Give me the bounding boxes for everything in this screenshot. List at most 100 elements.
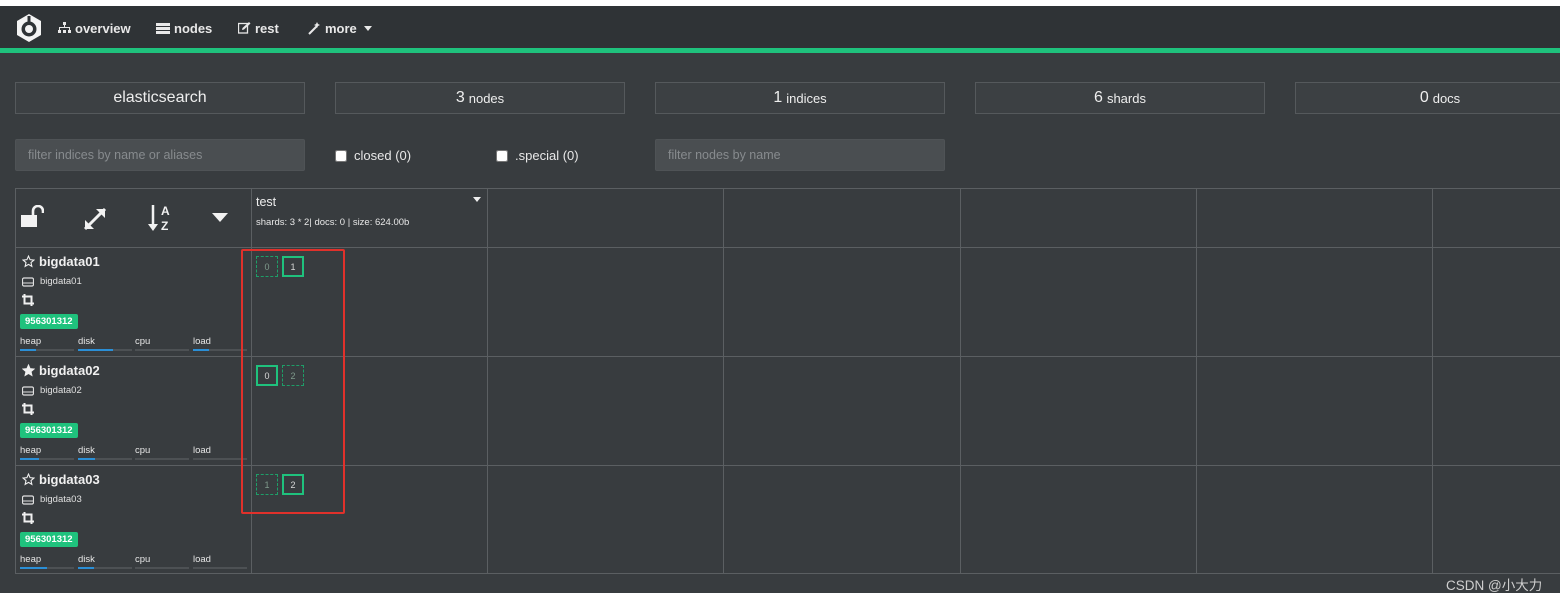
- cluster-name-box: elasticsearch: [15, 82, 305, 114]
- star-outline-icon: [22, 473, 35, 486]
- node-row: bigdata03 bigdata03 956301312 heap disk …: [15, 466, 251, 573]
- node-name[interactable]: bigdata02: [22, 363, 100, 378]
- node-name[interactable]: bigdata01: [22, 254, 100, 269]
- closed-checkbox-label[interactable]: closed (0): [335, 148, 411, 163]
- metric-cpu: cpu: [135, 336, 189, 351]
- nav-nodes[interactable]: nodes: [156, 20, 212, 36]
- metric-label: load: [193, 445, 211, 456]
- filter-indices-input[interactable]: [15, 139, 305, 171]
- replica-shard[interactable]: 2: [282, 365, 304, 386]
- node-badge: 956301312: [20, 423, 78, 438]
- metric-label: disk: [78, 336, 95, 347]
- node-host-label: bigdata02: [40, 385, 82, 396]
- closed-checkbox[interactable]: [335, 149, 347, 162]
- hdd-icon: [22, 494, 34, 505]
- special-checkbox-label[interactable]: .special (0): [496, 148, 579, 163]
- docs-label: docs: [1432, 90, 1461, 106]
- metric-cpu: cpu: [135, 554, 189, 569]
- node-name-label: bigdata03: [39, 472, 100, 487]
- nav-overview[interactable]: overview: [58, 20, 131, 36]
- closed-label: closed (0): [354, 148, 412, 163]
- index-name[interactable]: test: [256, 195, 276, 209]
- node-name[interactable]: bigdata03: [22, 472, 100, 487]
- metric-bar: [78, 567, 132, 569]
- crop-icon: [22, 403, 34, 415]
- server-icon: [156, 22, 170, 34]
- primary-shard[interactable]: 0: [256, 365, 278, 386]
- index-menu-caret-icon[interactable]: [473, 197, 481, 202]
- metric-bar: [193, 567, 247, 569]
- grid-line: [487, 188, 488, 574]
- metric-load: load: [193, 554, 247, 569]
- nav-rest-label: rest: [255, 20, 279, 36]
- metric-cpu: cpu: [135, 445, 189, 460]
- metric-fill: [20, 349, 37, 351]
- primary-shard[interactable]: 1: [282, 256, 304, 277]
- indices-label: indices: [786, 90, 827, 106]
- primary-shard[interactable]: 2: [282, 474, 304, 495]
- node-name-label: bigdata02: [39, 363, 100, 378]
- node-badge: 956301312: [20, 532, 78, 547]
- metric-load: load: [193, 445, 247, 460]
- crop-icon: [22, 512, 34, 524]
- filter-nodes-input[interactable]: [655, 139, 945, 171]
- nav-more-label: more: [325, 20, 357, 36]
- nav-rest[interactable]: rest: [238, 20, 279, 36]
- metric-disk: disk: [78, 445, 132, 460]
- magic-wand-icon: [308, 21, 320, 35]
- sitemap-icon: [58, 22, 71, 33]
- index-meta: shards: 3 * 2| docs: 0 | size: 624.00b: [256, 217, 410, 228]
- metric-label: load: [193, 336, 211, 347]
- hdd-icon: [22, 276, 34, 287]
- grid-line: [960, 188, 961, 574]
- edit-icon: [238, 22, 251, 34]
- shards-count: 6: [1094, 89, 1103, 106]
- star-filled-icon: [22, 364, 35, 377]
- metric-bar: [193, 349, 247, 351]
- node-row: bigdata01 bigdata01 956301312 heap disk …: [15, 248, 251, 356]
- node-host-label: bigdata01: [40, 276, 82, 287]
- metric-bar: [135, 567, 189, 569]
- nav-more[interactable]: more: [308, 20, 372, 36]
- replica-shard[interactable]: 0: [256, 256, 278, 277]
- cluster-name: elasticsearch: [113, 89, 207, 106]
- metric-heap: heap: [20, 336, 74, 351]
- replica-shard[interactable]: 1: [256, 474, 278, 495]
- node-row: bigdata02 bigdata02 956301312 heap disk …: [15, 357, 251, 465]
- metric-label: heap: [20, 445, 42, 456]
- grid-line: [15, 188, 1560, 189]
- metric-disk: disk: [78, 554, 132, 569]
- metric-bar: [193, 458, 247, 460]
- app-logo-icon[interactable]: [14, 13, 44, 43]
- metric-label: cpu: [135, 554, 151, 565]
- caret-down-icon[interactable]: [212, 213, 228, 223]
- metric-heap: heap: [20, 554, 74, 569]
- sort-alpha-icon[interactable]: A Z: [148, 203, 174, 233]
- grid-line: [251, 188, 252, 574]
- grid-line: [723, 188, 724, 574]
- indices-count: 1: [773, 89, 783, 106]
- metric-bar: [135, 349, 189, 351]
- indices-stat: 1 indices: [655, 82, 945, 114]
- node-host-label: bigdata03: [40, 494, 82, 505]
- metric-bar: [20, 349, 74, 351]
- metric-bar: [78, 458, 132, 460]
- unlock-icon[interactable]: [20, 205, 44, 229]
- metric-disk: disk: [78, 336, 132, 351]
- node-host: bigdata03: [22, 494, 82, 505]
- metric-bar: [78, 349, 132, 351]
- top-navbar: overview nodes rest more: [0, 6, 1560, 48]
- caret-down-icon: [363, 25, 372, 31]
- metric-fill: [78, 458, 96, 460]
- nodes-count: 3: [455, 89, 465, 106]
- metric-label: disk: [78, 554, 95, 565]
- special-checkbox[interactable]: [496, 149, 508, 162]
- expand-icon[interactable]: [83, 207, 107, 231]
- metric-fill: [78, 349, 114, 351]
- node-host: bigdata01: [22, 276, 82, 287]
- hdd-icon: [22, 385, 34, 396]
- metric-fill: [20, 458, 39, 460]
- app-frame: overview nodes rest more elasticsearch 3…: [0, 6, 1560, 593]
- metric-label: heap: [20, 336, 42, 347]
- special-label: .special (0): [515, 148, 579, 163]
